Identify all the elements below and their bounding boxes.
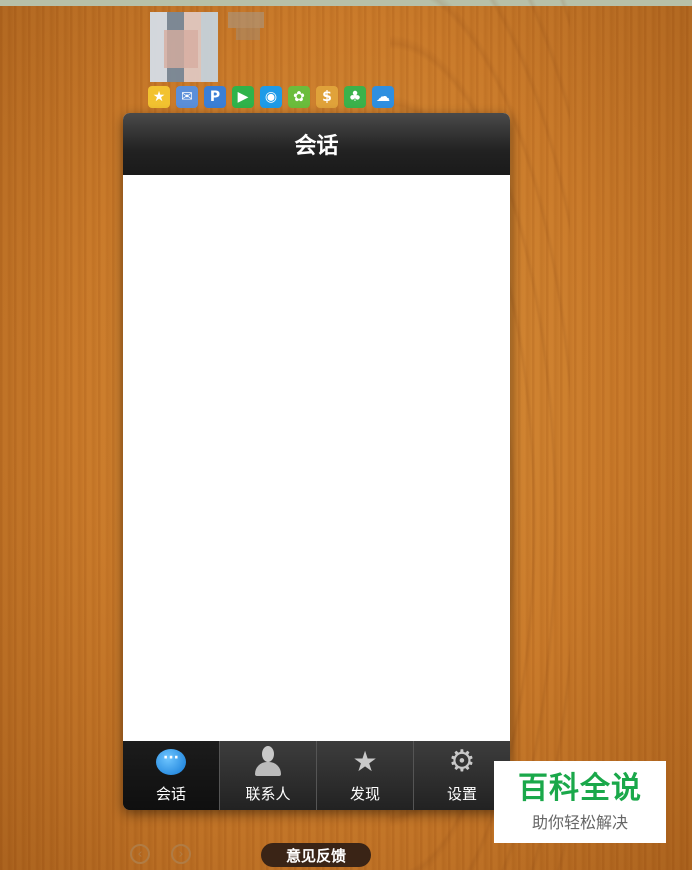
cloud-icon[interactable]: ☁ xyxy=(372,86,394,108)
tab-label: 设置 xyxy=(446,785,477,803)
tab-contacts[interactable]: 联系人 xyxy=(219,741,316,810)
browser-icon[interactable]: ◉ xyxy=(260,86,282,108)
status-blurred xyxy=(236,28,260,40)
qzone-star-icon[interactable]: ★ xyxy=(148,86,170,108)
page-title: 会话 xyxy=(123,113,510,175)
clover-icon[interactable]: ♣ xyxy=(344,86,366,108)
watermark: 百科全说 助你轻松解决 xyxy=(494,761,666,843)
chat-bubble-icon: ··· xyxy=(156,749,186,775)
search-icon[interactable]: P xyxy=(204,86,226,108)
discover-star-icon: ★ xyxy=(352,745,378,778)
tab-label: 联系人 xyxy=(245,785,291,803)
nickname-blurred xyxy=(228,12,264,28)
tab-label: 会话 xyxy=(155,785,186,803)
tab-bar: ··· 会话 联系人 ★ 发现 ⚙ 设置 xyxy=(123,741,510,810)
next-arrow-icon[interactable]: › xyxy=(171,844,191,864)
app-icon-bar: ★ ✉ P ▶ ◉ ✿ $ ♣ ☁ xyxy=(148,86,394,108)
pet-icon[interactable]: ✿ xyxy=(288,86,310,108)
top-border xyxy=(0,0,692,6)
messenger-panel: 会话 ··· 会话 联系人 ★ 发现 ⚙ 设置 xyxy=(123,113,510,810)
prev-arrow-icon[interactable]: ‹ xyxy=(130,844,150,864)
tab-conversations[interactable]: ··· 会话 xyxy=(123,741,219,810)
mail-icon[interactable]: ✉ xyxy=(176,86,198,108)
avatar[interactable] xyxy=(150,12,218,82)
tab-discover[interactable]: ★ 发现 xyxy=(316,741,413,810)
wallet-icon[interactable]: $ xyxy=(316,86,338,108)
video-play-icon[interactable]: ▶ xyxy=(232,86,254,108)
watermark-title: 百科全说 xyxy=(518,770,642,806)
watermark-subtitle: 助你轻松解决 xyxy=(531,812,628,832)
tab-label: 发现 xyxy=(349,785,380,803)
conversation-list[interactable] xyxy=(123,175,510,741)
contacts-icon xyxy=(253,746,283,778)
feedback-button[interactable]: 意见反馈 xyxy=(261,843,371,867)
settings-gear-icon: ⚙ xyxy=(448,744,476,779)
